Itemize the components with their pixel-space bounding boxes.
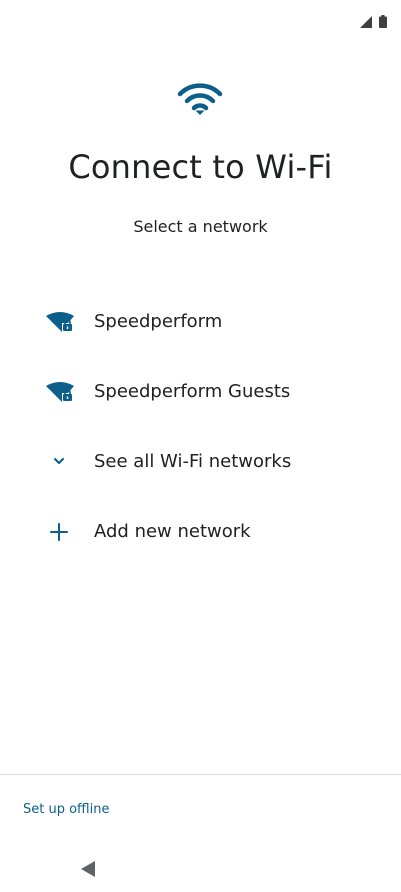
footer-divider [0, 774, 401, 775]
network-name: Speedperform Guests [94, 381, 291, 402]
wifi-lock-icon [46, 382, 74, 402]
network-item-speedperform[interactable]: Speedperform [0, 292, 401, 352]
back-triangle-icon[interactable] [78, 858, 100, 880]
battery-icon [379, 15, 387, 28]
network-name: Speedperform [94, 311, 223, 332]
see-all-networks-button[interactable]: See all Wi-Fi networks [0, 432, 401, 492]
page-subtitle: Select a network [133, 217, 268, 236]
add-network-button[interactable]: Add new network [0, 502, 401, 562]
signal-icon [360, 16, 372, 28]
set-up-offline-link[interactable]: Set up offline [23, 802, 109, 817]
page-title: Connect to Wi-Fi [68, 148, 333, 186]
plus-icon [50, 523, 68, 541]
wifi-icon [177, 83, 223, 115]
network-item-speedperform-guests[interactable]: Speedperform Guests [0, 362, 401, 422]
see-all-networks-label: See all Wi-Fi networks [94, 451, 292, 472]
add-network-label: Add new network [94, 521, 251, 542]
status-bar [0, 0, 401, 40]
chevron-down-icon [54, 458, 64, 464]
wifi-lock-icon [46, 312, 74, 332]
